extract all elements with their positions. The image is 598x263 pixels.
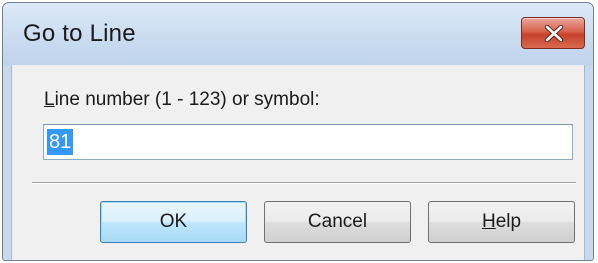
line-number-label: Line number (1 - 123) or symbol: [44,89,320,111]
help-button-label: elp [495,211,522,232]
go-to-line-dialog: Go to Line Line number (1 - 123) or symb… [2,2,594,261]
help-button[interactable]: Help [428,201,575,243]
line-number-input[interactable]: 81 [43,124,573,160]
label-access-key: L [44,89,55,110]
title-bar[interactable]: Go to Line [3,3,593,65]
dialog-title: Go to Line [23,20,136,47]
separator [32,182,576,184]
label-text: ine number (1 - 123) or symbol: [54,89,320,110]
dialog-body: Line number (1 - 123) or symbol: 81 OK C… [11,65,585,260]
close-button[interactable] [521,17,585,49]
ok-button[interactable]: OK [100,201,247,243]
ok-button-label: OK [159,211,188,232]
cancel-button-label: Cancel [307,211,368,232]
selected-input-text: 81 [47,129,74,155]
close-icon [544,25,564,42]
cancel-button[interactable]: Cancel [264,201,411,243]
help-access-key: H [481,211,496,232]
